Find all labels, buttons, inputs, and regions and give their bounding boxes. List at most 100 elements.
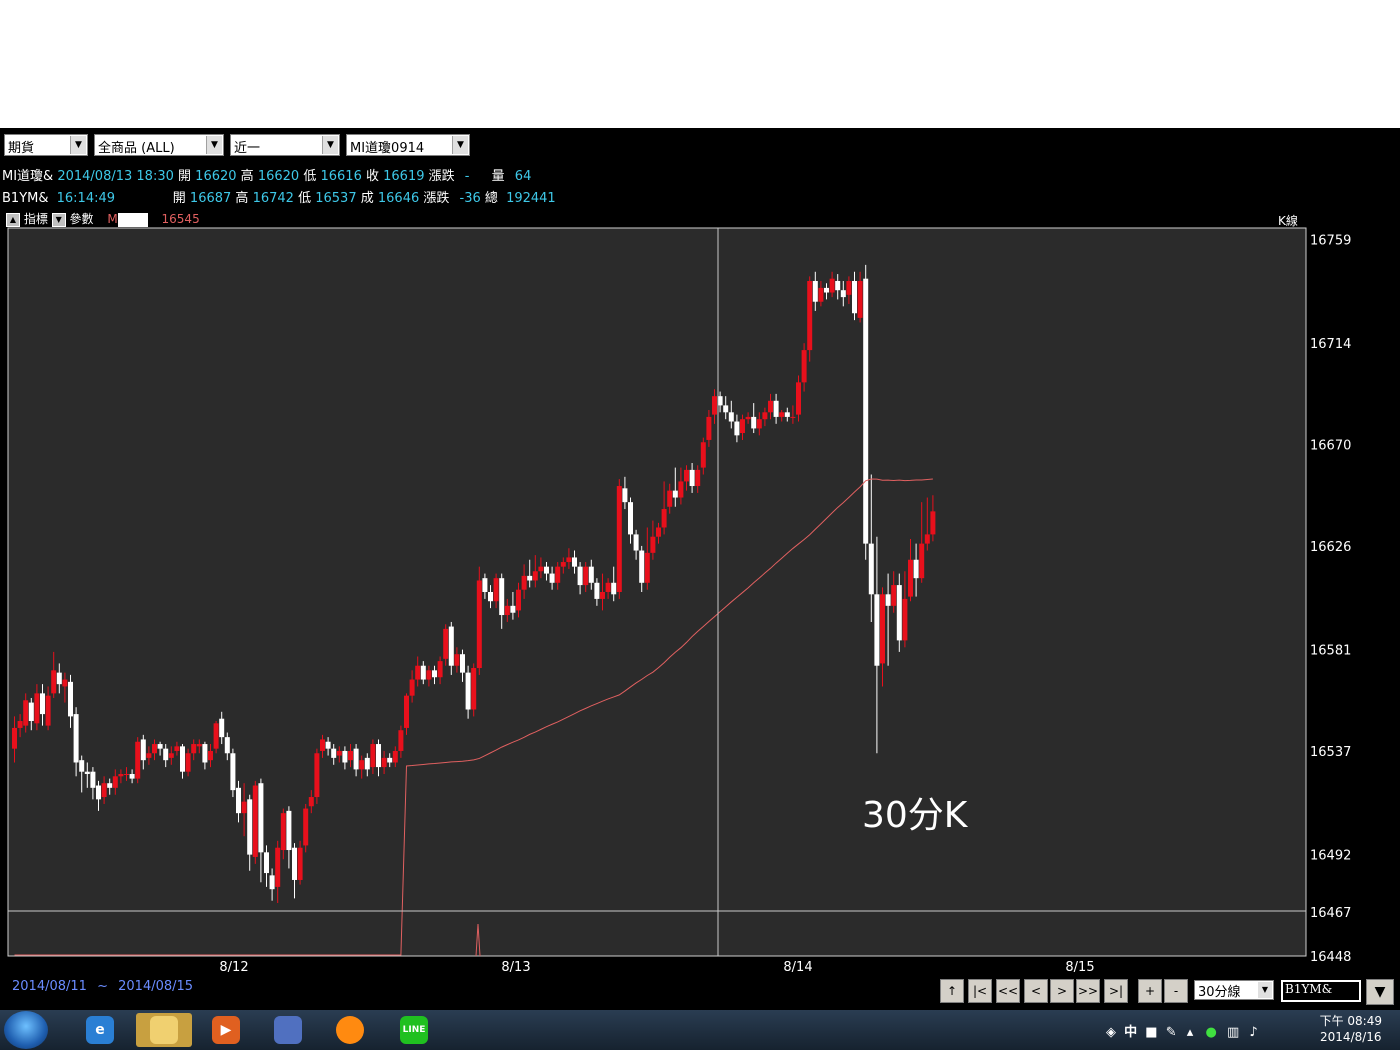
period-select-value: 近一 [234, 141, 261, 156]
candle-body [370, 744, 376, 768]
candle-body [45, 695, 51, 726]
candle-body [314, 753, 320, 798]
candle-body [454, 654, 460, 666]
product-select-value: 全商品 (ALL) [98, 141, 175, 156]
interval-value: 30分線 [1198, 985, 1241, 1000]
y-tick-label: 16714 [1310, 337, 1351, 352]
last-value: 16646 [377, 191, 420, 206]
candle-body [807, 280, 813, 351]
candle-body [112, 776, 118, 788]
candle-body [308, 797, 314, 807]
nav-button[interactable]: < [1024, 979, 1048, 1003]
candle-body [23, 700, 29, 726]
tray-line-icon[interactable]: ● [1205, 1025, 1216, 1040]
product-select[interactable]: 全商品 (ALL) ▼ [94, 134, 224, 156]
candle-body [437, 661, 443, 678]
contract-select[interactable]: MI道瓊0914 ▼ [346, 134, 470, 156]
candle-body [650, 536, 656, 553]
market-select[interactable]: 期貨 ▼ [4, 134, 88, 156]
ime-indicator[interactable]: 中 [1124, 1025, 1137, 1040]
clock-time: 下午 08:49 [1319, 1014, 1382, 1028]
candle-body [118, 774, 124, 777]
clock[interactable]: 下午 08:49 2014/8/16 [1320, 1013, 1382, 1045]
candle-body [902, 598, 908, 641]
candle-body [482, 578, 488, 592]
candle-body [84, 771, 90, 774]
candle-body [784, 412, 790, 417]
tray-icons[interactable]: ◈ 中 ■ ✎ ▴ ● ▥ ♪ [1106, 1021, 1258, 1040]
candle-body [34, 693, 40, 724]
nav-button[interactable]: - [1164, 979, 1188, 1003]
candle-body [555, 566, 561, 583]
candle-body [779, 412, 785, 417]
internet-explorer-icon: e [86, 1016, 114, 1044]
explorer-taskbar-button[interactable] [136, 1013, 192, 1047]
candle-body [756, 419, 762, 429]
quote-symbol: MI道瓊& [2, 169, 54, 184]
symbol-input[interactable]: B1YM& [1281, 980, 1361, 1002]
orange-app-taskbar-button[interactable] [322, 1013, 378, 1047]
candle-body [303, 808, 309, 846]
x-axis: 8/12 8/13 8/14 8/15 [219, 960, 1094, 974]
start-button[interactable] [4, 1011, 48, 1049]
candle-body [28, 702, 34, 722]
candle-body [829, 278, 835, 293]
candle-body [913, 559, 919, 579]
date-to: 2014/08/15 [118, 979, 194, 994]
change-value: - [464, 169, 470, 184]
candle-body [896, 585, 902, 641]
candle-body [180, 746, 185, 772]
candle-body [762, 412, 768, 420]
candle-body [376, 744, 381, 768]
tray-keyboard-icon[interactable]: ■ [1145, 1025, 1157, 1040]
volume-icon[interactable]: ♪ [1249, 1025, 1257, 1040]
quote-time: 16:14:49 [56, 191, 116, 206]
candlestick-chart[interactable]: 16759 16714 16670 16626 16581 16537 16492 16467… [0, 224, 1400, 974]
nav-button[interactable]: |< [968, 979, 992, 1003]
candle-body [840, 290, 846, 298]
change-label: 漲跌 [428, 169, 455, 184]
nav-button[interactable]: + [1138, 979, 1162, 1003]
candle-body [79, 760, 85, 772]
candle-body [824, 287, 829, 293]
candle-body [387, 757, 393, 763]
ie-taskbar-button[interactable]: e [72, 1013, 128, 1047]
candle-body [751, 416, 757, 429]
candle-body [891, 585, 897, 606]
candle-body [331, 748, 337, 758]
nav-button[interactable]: >> [1076, 979, 1100, 1003]
tray-settings-icon[interactable]: ✎ [1166, 1025, 1177, 1040]
chart-annotation: 30分K [862, 795, 969, 836]
candle-body [644, 552, 650, 583]
candle-body [129, 774, 135, 779]
tray-arrow-icon[interactable]: ▴ [1187, 1025, 1194, 1040]
candle-body [773, 400, 779, 417]
candle-body [392, 750, 398, 763]
media-taskbar-button[interactable]: ▶ [198, 1013, 254, 1047]
candle-body [168, 753, 174, 758]
tray-network-icon[interactable]: ▥ [1227, 1025, 1239, 1040]
period-select[interactable]: 近一 ▼ [230, 134, 340, 156]
nav-button[interactable]: << [996, 979, 1020, 1003]
candle-body [96, 785, 101, 800]
clock-date: 2014/8/16 [1320, 1030, 1382, 1044]
quote-time: 2014/08/13 18:30 [57, 169, 174, 184]
date-separator: ~ [97, 979, 108, 994]
orange-app-icon [336, 1016, 364, 1044]
nav-button[interactable]: > [1050, 979, 1074, 1003]
candle-body [191, 744, 197, 754]
candle-body [252, 785, 258, 857]
candle-body [616, 486, 622, 592]
candle-body [835, 280, 841, 291]
candle-body [443, 628, 449, 659]
nav-button[interactable]: >| [1104, 979, 1128, 1003]
candle-body [213, 723, 219, 749]
nav-button[interactable]: ↑ [940, 979, 964, 1003]
dropdown-button[interactable]: ▼ [1366, 979, 1394, 1005]
candle-body [40, 693, 45, 715]
line-taskbar-button[interactable]: LINE [386, 1013, 442, 1047]
interval-select[interactable]: 30分線 ▼ [1194, 980, 1274, 1000]
tray-app-icon[interactable]: ◈ [1106, 1025, 1116, 1040]
candle-body [605, 582, 611, 592]
app-taskbar-button[interactable] [260, 1013, 316, 1047]
